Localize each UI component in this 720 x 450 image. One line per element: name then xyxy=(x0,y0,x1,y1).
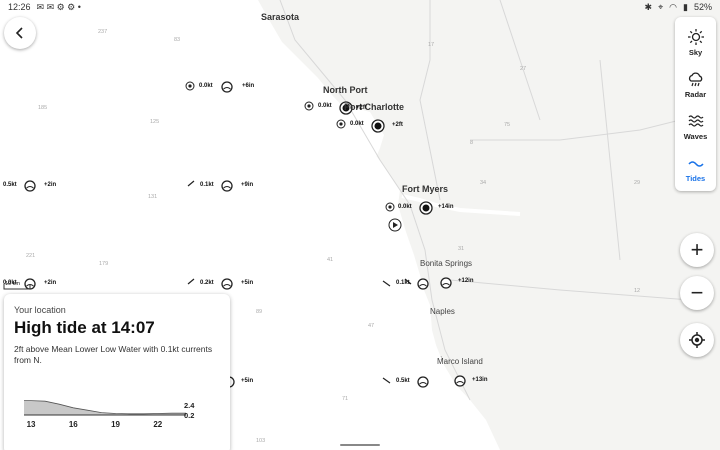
tide-label: +5in xyxy=(241,378,254,384)
tide-label: +13in xyxy=(472,377,488,383)
waves-icon xyxy=(688,114,703,127)
zoom-in-button[interactable]: + xyxy=(680,233,714,267)
y-tick-label: 2.4 xyxy=(184,401,195,410)
minus-icon: − xyxy=(690,280,704,305)
battery-icon: ▮ xyxy=(683,1,688,12)
road-number: 29 xyxy=(634,180,641,186)
system-status-bar: 12:26 ✉ ✉ ⚙ ⚙ • ✱ ⌖ ◠ ▮ 52% xyxy=(0,0,720,14)
layer-sky[interactable]: Sky xyxy=(675,21,716,63)
layer-selector: Sky Radar Waves Tides xyxy=(675,17,716,191)
current-label: 0.0kt xyxy=(350,121,364,127)
depth-label: 179 xyxy=(99,261,109,267)
depth-label: 47 xyxy=(368,323,375,329)
layer-label: Tides xyxy=(685,173,706,183)
depth-label: 237 xyxy=(98,29,108,35)
tide-label: +2ft xyxy=(356,105,367,111)
road-number: 17 xyxy=(428,42,435,48)
current-label: 0.1kt xyxy=(396,280,410,286)
road-number: 34 xyxy=(480,180,487,186)
road-number: 75 xyxy=(504,122,511,128)
place-fort-myers: Fort Myers xyxy=(402,184,449,194)
x-tick-label: 13 xyxy=(27,420,36,429)
card-description: 2ft above Mean Lower Low Water with 0.1k… xyxy=(14,344,213,365)
tides-icon xyxy=(687,160,704,167)
place-north-port: North Port xyxy=(323,85,368,95)
clock: 12:26 xyxy=(8,2,31,12)
layer-radar[interactable]: Radar xyxy=(675,63,716,105)
tide-label: +2in xyxy=(44,182,57,188)
road-number: 12 xyxy=(634,288,641,294)
bluetooth-icon: ✱ xyxy=(644,1,653,12)
battery-level: 52% xyxy=(693,2,712,12)
road-number: 8 xyxy=(470,140,474,146)
depth-label: 89 xyxy=(256,309,263,315)
radar-cloud-icon xyxy=(688,71,702,86)
y-tick-label: 0.2 xyxy=(184,411,194,420)
x-tick-label: 16 xyxy=(69,420,78,429)
tide-label: +12in xyxy=(458,278,474,284)
x-tick-label: 19 xyxy=(111,420,120,429)
tide-label: +2ft xyxy=(392,122,403,128)
location-icon: ⌖ xyxy=(658,1,664,12)
tide-info-card[interactable]: Your location High tide at 14:07 2ft abo… xyxy=(4,294,230,450)
depth-label: 71 xyxy=(342,396,349,402)
place-naples: Naples xyxy=(430,307,455,316)
depth-label: 131 xyxy=(148,194,158,200)
current-label: 0.1kt xyxy=(200,182,214,188)
tide-chart: 13 16 19 22 2.40.2 xyxy=(24,400,195,429)
x-tick-label: 22 xyxy=(153,420,162,429)
layer-waves[interactable]: Waves xyxy=(675,105,716,147)
depth-label: 103 xyxy=(256,438,266,444)
depth-label: 221 xyxy=(26,253,36,259)
tide-label: +2in xyxy=(44,280,57,286)
bottom-sheet-handle[interactable] xyxy=(340,444,380,446)
notification-icons: ✉ ✉ ⚙ ⚙ • xyxy=(36,1,81,12)
zoom-out-button[interactable]: − xyxy=(680,276,714,310)
current-label: 0.5kt xyxy=(3,182,17,188)
tide-label: +9in xyxy=(241,182,254,188)
tide-label: +5in xyxy=(241,280,254,286)
depth-label: 125 xyxy=(150,119,160,125)
current-label: 0.0kt xyxy=(199,83,213,89)
depth-label: 41 xyxy=(327,257,334,263)
my-location-button[interactable] xyxy=(680,323,714,357)
map-scale-label: 10 km xyxy=(5,281,20,287)
layer-label: Radar xyxy=(684,89,707,99)
sun-icon xyxy=(687,28,704,45)
depth-label: 83 xyxy=(174,37,181,43)
chevron-left-icon xyxy=(15,27,23,39)
wifi-icon: ◠ xyxy=(669,1,678,12)
current-label: 0.5kt xyxy=(396,378,410,384)
card-subtitle: Your location xyxy=(14,305,66,315)
current-label: 0.0kt xyxy=(318,103,332,109)
place-port-charlotte: Port Charlotte xyxy=(344,102,405,112)
layer-label: Waves xyxy=(683,131,708,141)
layer-tides[interactable]: Tides xyxy=(675,147,716,189)
tide-label: +14in xyxy=(438,204,454,210)
place-marco-island: Marco Island xyxy=(437,357,483,366)
tide-label: +6in xyxy=(242,83,255,89)
place-bonita-springs: Bonita Springs xyxy=(420,259,473,268)
road-number: 27 xyxy=(520,66,527,72)
plus-icon: + xyxy=(690,237,704,262)
depth-label: 185 xyxy=(38,105,48,111)
current-label: 0.2kt xyxy=(200,280,214,286)
layer-label: Sky xyxy=(688,47,703,57)
card-title: High tide at 14:07 xyxy=(14,318,155,337)
back-button[interactable] xyxy=(4,17,36,49)
tides-map-screen: 237 83 185 125 131 221 179 89 41 47 71 1… xyxy=(0,0,720,450)
locate-icon xyxy=(689,332,705,348)
road-number: 31 xyxy=(458,246,465,252)
current-label: 0.0kt xyxy=(398,204,412,210)
